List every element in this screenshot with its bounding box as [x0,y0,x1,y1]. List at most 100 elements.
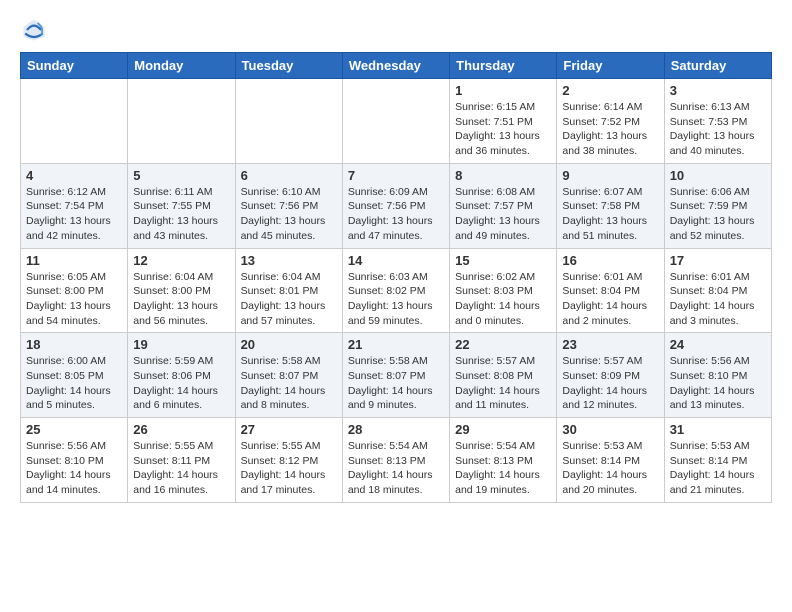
calendar-cell: 27 Sunrise: 5:55 AMSunset: 8:12 PMDayligh… [235,418,342,503]
day-info: Sunrise: 6:08 AMSunset: 7:57 PMDaylight:… [455,185,551,244]
day-info: Sunrise: 6:06 AMSunset: 7:59 PMDaylight:… [670,185,766,244]
calendar-cell: 6 Sunrise: 6:10 AMSunset: 7:56 PMDaylight… [235,163,342,248]
day-info: Sunrise: 6:15 AMSunset: 7:51 PMDaylight:… [455,100,551,159]
calendar-cell: 20 Sunrise: 5:58 AMSunset: 8:07 PMDayligh… [235,333,342,418]
day-info: Sunrise: 5:55 AMSunset: 8:12 PMDaylight:… [241,439,337,498]
day-number: 23 [562,337,658,352]
day-number: 1 [455,83,551,98]
day-info: Sunrise: 5:58 AMSunset: 8:07 PMDaylight:… [348,354,444,413]
calendar-cell [128,79,235,164]
day-number: 25 [26,422,122,437]
day-info: Sunrise: 5:55 AMSunset: 8:11 PMDaylight:… [133,439,229,498]
calendar-cell: 24Sunrise: 5:56 AMSunset: 8:10 PMDayligh… [664,333,771,418]
calendar-week-4: 18 Sunrise: 6:00 AMSunset: 8:05 PMDayligh… [21,333,772,418]
day-header-sunday: Sunday [21,53,128,79]
calendar-week-3: 11 Sunrise: 6:05 AMSunset: 8:00 PMDayligh… [21,248,772,333]
calendar-cell: 11 Sunrise: 6:05 AMSunset: 8:00 PMDayligh… [21,248,128,333]
day-info: Sunrise: 6:10 AMSunset: 7:56 PMDaylight:… [241,185,337,244]
calendar-cell: 4 Sunrise: 6:12 AMSunset: 7:54 PMDaylight… [21,163,128,248]
day-number: 5 [133,168,229,183]
day-number: 24 [670,337,766,352]
day-header-monday: Monday [128,53,235,79]
calendar-cell: 2 Sunrise: 6:14 AMSunset: 7:52 PMDaylight… [557,79,664,164]
day-info: Sunrise: 6:01 AMSunset: 8:04 PMDaylight:… [562,270,658,329]
calendar-cell: 13Sunrise: 6:04 AMSunset: 8:01 PMDayligh… [235,248,342,333]
day-number: 26 [133,422,229,437]
calendar-cell: 8 Sunrise: 6:08 AMSunset: 7:57 PMDaylight… [450,163,557,248]
day-number: 22 [455,337,551,352]
day-number: 4 [26,168,122,183]
day-info: Sunrise: 5:54 AMSunset: 8:13 PMDaylight:… [455,439,551,498]
calendar-cell [342,79,449,164]
day-info: Sunrise: 5:53 AMSunset: 8:14 PMDaylight:… [670,439,766,498]
day-number: 30 [562,422,658,437]
day-info: Sunrise: 6:11 AMSunset: 7:55 PMDaylight:… [133,185,229,244]
calendar-cell: 28 Sunrise: 5:54 AMSunset: 8:13 PMDayligh… [342,418,449,503]
day-info: Sunrise: 6:12 AMSunset: 7:54 PMDaylight:… [26,185,122,244]
calendar-cell: 3 Sunrise: 6:13 AMSunset: 7:53 PMDaylight… [664,79,771,164]
calendar-cell: 19 Sunrise: 5:59 AMSunset: 8:06 PMDayligh… [128,333,235,418]
calendar-cell: 31 Sunrise: 5:53 AMSunset: 8:14 PMDayligh… [664,418,771,503]
calendar-cell: 5 Sunrise: 6:11 AMSunset: 7:55 PMDaylight… [128,163,235,248]
calendar-week-2: 4 Sunrise: 6:12 AMSunset: 7:54 PMDaylight… [21,163,772,248]
day-number: 15 [455,253,551,268]
calendar-cell: 29Sunrise: 5:54 AMSunset: 8:13 PMDayligh… [450,418,557,503]
day-number: 12 [133,253,229,268]
day-info: Sunrise: 6:09 AMSunset: 7:56 PMDaylight:… [348,185,444,244]
day-number: 3 [670,83,766,98]
day-info: Sunrise: 5:56 AMSunset: 8:10 PMDaylight:… [26,439,122,498]
day-number: 28 [348,422,444,437]
calendar-cell: 14Sunrise: 6:03 AMSunset: 8:02 PMDayligh… [342,248,449,333]
calendar-cell: 12 Sunrise: 6:04 AMSunset: 8:00 PMDayligh… [128,248,235,333]
calendar-cell: 7 Sunrise: 6:09 AMSunset: 7:56 PMDaylight… [342,163,449,248]
day-header-wednesday: Wednesday [342,53,449,79]
day-number: 27 [241,422,337,437]
day-info: Sunrise: 5:57 AMSunset: 8:09 PMDaylight:… [562,354,658,413]
calendar-cell: 23 Sunrise: 5:57 AMSunset: 8:09 PMDayligh… [557,333,664,418]
day-info: Sunrise: 5:59 AMSunset: 8:06 PMDaylight:… [133,354,229,413]
calendar-cell: 18 Sunrise: 6:00 AMSunset: 8:05 PMDayligh… [21,333,128,418]
day-number: 8 [455,168,551,183]
day-info: Sunrise: 6:13 AMSunset: 7:53 PMDaylight:… [670,100,766,159]
day-info: Sunrise: 6:02 AMSunset: 8:03 PMDaylight:… [455,270,551,329]
day-header-saturday: Saturday [664,53,771,79]
calendar-cell: 9 Sunrise: 6:07 AMSunset: 7:58 PMDaylight… [557,163,664,248]
calendar-cell: 21Sunrise: 5:58 AMSunset: 8:07 PMDayligh… [342,333,449,418]
day-info: Sunrise: 6:05 AMSunset: 8:00 PMDaylight:… [26,270,122,329]
calendar-week-5: 25 Sunrise: 5:56 AMSunset: 8:10 PMDayligh… [21,418,772,503]
day-info: Sunrise: 6:01 AMSunset: 8:04 PMDaylight:… [670,270,766,329]
calendar-cell: 17Sunrise: 6:01 AMSunset: 8:04 PMDayligh… [664,248,771,333]
day-header-friday: Friday [557,53,664,79]
day-number: 6 [241,168,337,183]
day-number: 20 [241,337,337,352]
day-info: Sunrise: 6:14 AMSunset: 7:52 PMDaylight:… [562,100,658,159]
day-info: Sunrise: 5:54 AMSunset: 8:13 PMDaylight:… [348,439,444,498]
calendar-cell: 16Sunrise: 6:01 AMSunset: 8:04 PMDayligh… [557,248,664,333]
day-number: 31 [670,422,766,437]
calendar-cell: 30 Sunrise: 5:53 AMSunset: 8:14 PMDayligh… [557,418,664,503]
day-number: 9 [562,168,658,183]
calendar-cell [21,79,128,164]
day-info: Sunrise: 5:53 AMSunset: 8:14 PMDaylight:… [562,439,658,498]
day-info: Sunrise: 6:00 AMSunset: 8:05 PMDaylight:… [26,354,122,413]
calendar-cell: 1 Sunrise: 6:15 AMSunset: 7:51 PMDaylight… [450,79,557,164]
day-info: Sunrise: 6:04 AMSunset: 8:00 PMDaylight:… [133,270,229,329]
day-info: Sunrise: 5:58 AMSunset: 8:07 PMDaylight:… [241,354,337,413]
calendar-cell: 25 Sunrise: 5:56 AMSunset: 8:10 PMDayligh… [21,418,128,503]
day-info: Sunrise: 5:57 AMSunset: 8:08 PMDaylight:… [455,354,551,413]
day-number: 18 [26,337,122,352]
day-number: 2 [562,83,658,98]
calendar-cell: 10 Sunrise: 6:06 AMSunset: 7:59 PMDayligh… [664,163,771,248]
calendar-cell [235,79,342,164]
day-info: Sunrise: 6:07 AMSunset: 7:58 PMDaylight:… [562,185,658,244]
day-number: 19 [133,337,229,352]
day-number: 7 [348,168,444,183]
logo [20,16,52,44]
calendar-cell: 26 Sunrise: 5:55 AMSunset: 8:11 PMDayligh… [128,418,235,503]
calendar-cell: 22 Sunrise: 5:57 AMSunset: 8:08 PMDayligh… [450,333,557,418]
day-header-tuesday: Tuesday [235,53,342,79]
day-info: Sunrise: 6:04 AMSunset: 8:01 PMDaylight:… [241,270,337,329]
day-number: 10 [670,168,766,183]
day-number: 14 [348,253,444,268]
day-number: 11 [26,253,122,268]
